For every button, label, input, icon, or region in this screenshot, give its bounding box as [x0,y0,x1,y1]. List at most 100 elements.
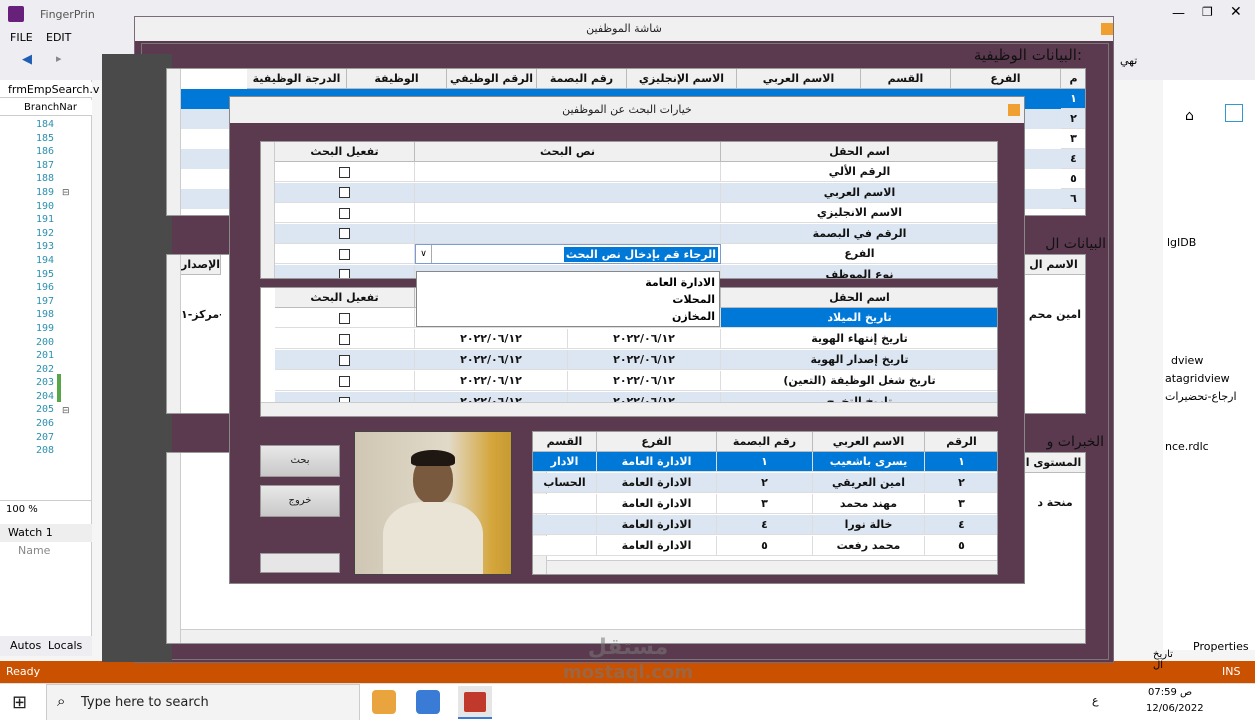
back-icon[interactable]: ◀ [22,52,32,67]
forward-icon[interactable]: ▸ [56,52,62,65]
zoom-level[interactable]: 100 % [0,500,92,518]
results-hscroll[interactable] [547,560,997,574]
dropdown-option[interactable]: المحلات [672,291,715,308]
collapse-icon[interactable]: ⊟ [62,406,70,416]
collapse-icon[interactable]: ⊟ [62,188,70,198]
results-cell[interactable]: امين العريقي [813,473,925,493]
results-cell[interactable]: الحساب [533,473,597,493]
criteria-search-text[interactable] [415,203,721,223]
clock-time[interactable]: 07:59 ص [1148,687,1192,698]
criteria-enable-checkbox[interactable] [339,228,350,239]
windows-start-icon[interactable]: ⊞ [12,692,27,713]
text-criteria-scrollbar[interactable] [261,142,275,278]
job-grid-scrollbar[interactable] [167,69,181,215]
results-cell[interactable] [533,515,597,535]
criteria-enable-cell[interactable] [275,264,415,278]
results-cell[interactable]: ٢ [925,473,997,493]
criteria-enable-checkbox[interactable] [339,207,350,219]
criteria-search-text[interactable] [415,182,721,203]
menu-edit[interactable]: EDIT [46,31,71,44]
results-cell[interactable] [533,536,597,556]
autos-tab[interactable]: Autos [10,636,41,656]
text-criteria-grid[interactable]: اسم الحقل نص البحث تفعيل البحث الرقم الألي ا… [260,141,998,279]
results-cell[interactable]: ١ [925,452,997,472]
date-enable-checkbox[interactable] [339,312,350,324]
search-button[interactable]: بحث [260,445,340,477]
criteria-search-text[interactable] [415,162,721,182]
app-icon[interactable] [416,690,440,714]
results-grid[interactable]: الرقم الاسم العربي رقم البصمة الفرع القسم ١ يس… [532,431,998,575]
combo-arrow-icon[interactable]: ∨ [416,245,432,263]
date-from[interactable]: ٢٠٢٢/٠٦/١٢ [568,329,721,349]
home-icon[interactable]: ⌂ [1185,108,1194,124]
results-cell[interactable]: الادارة العامة [597,536,717,556]
close-icon[interactable]: ✕ [1230,4,1242,20]
criteria-search-text[interactable] [415,223,721,244]
locals-tab[interactable]: Locals [48,636,82,656]
results-cell[interactable]: الادار [533,452,597,472]
date-enable-cell[interactable] [275,308,415,328]
date-grid-hscroll[interactable] [261,402,997,416]
right-item-3[interactable]: atagridview [1165,372,1230,385]
date-to[interactable]: ٢٠٢٢/٠٦/١٢ [415,371,568,391]
results-cell[interactable] [533,494,597,514]
results-cell[interactable]: الادارة العامة [597,473,717,493]
date-from[interactable]: ٢٠٢٢/٠٦/١٢ [568,350,721,370]
other-grid-scrollbar[interactable] [167,255,181,413]
active-app-icon[interactable] [458,686,492,719]
right-item-5[interactable]: nce.rdlc [1165,440,1209,453]
date-enable-cell[interactable] [275,329,415,349]
date-enable-cell[interactable] [275,371,415,391]
date-enable-checkbox[interactable] [339,354,350,366]
results-cell[interactable]: الادارة العامة [597,494,717,514]
results-cell[interactable]: الادارة العامة [597,452,717,472]
results-cell[interactable]: الادارة العامة [597,515,717,535]
right-item-2[interactable]: dview [1171,354,1203,367]
member-dropdown[interactable]: BranchNar [0,100,92,116]
criteria-enable-cell[interactable] [275,162,415,182]
results-cell[interactable]: خالة نورا [813,515,925,535]
exp-grid-scrollbar[interactable] [167,453,181,643]
criteria-enable-checkbox[interactable] [339,166,350,178]
right-item-4[interactable]: ارجاع-تحضيرات [1165,390,1237,403]
exit-button[interactable]: خروج [260,485,340,517]
date-to[interactable]: ٢٠٢٢/٠٦/١٢ [415,350,568,370]
results-cell[interactable]: ١ [717,452,813,472]
date-from[interactable]: ٢٠٢٢/٠٦/١٢ [568,371,721,391]
criteria-enable-cell[interactable] [275,223,415,244]
date-enable-checkbox[interactable] [339,375,350,387]
combo-selected-text[interactable]: الرجاء قم بإدخال نص البحث [563,247,718,262]
menu-file[interactable]: FILE [10,31,33,44]
paint-app-icon[interactable] [372,690,396,714]
branch-dropdown-list[interactable]: الادارة العامة المحلات المخازن [416,271,720,327]
results-cell[interactable]: ٢ [717,473,813,493]
editor-tab[interactable]: frmEmpSearch.v [0,82,99,98]
results-cell[interactable]: محمد رفعت [813,536,925,556]
minimize-icon[interactable]: — [1172,6,1185,21]
branch-combo[interactable]: ∨ الرجاء قم بإدخال نص البحث [415,244,721,264]
results-cell[interactable]: ٤ [717,515,813,535]
lang-indicator[interactable]: ع [1092,694,1099,707]
criteria-enable-checkbox[interactable] [339,187,350,198]
taskbar-search-box[interactable]: ⌕ Type here to search [46,684,360,720]
dropdown-option[interactable]: المخازن [672,308,715,325]
criteria-enable-cell[interactable] [275,182,415,203]
results-cell[interactable]: ٥ [717,536,813,556]
criteria-enable-cell[interactable] [275,203,415,223]
date-to[interactable]: ٢٠٢٢/٠٦/١٢ [415,329,568,349]
right-item-1[interactable]: lgIDB [1167,236,1196,249]
blank-field[interactable] [260,553,340,573]
clock-date[interactable]: 12/06/2022 [1146,703,1204,714]
restore-icon[interactable]: ❐ [1202,5,1213,19]
dropdown-option[interactable]: الادارة العامة [645,274,715,291]
results-cell[interactable]: ٥ [925,536,997,556]
results-cell[interactable]: مهند محمد [813,494,925,514]
results-cell[interactable]: ٣ [717,494,813,514]
properties-tab[interactable]: Properties [1193,640,1249,653]
solution-explorer-icon[interactable] [1225,104,1243,122]
criteria-enable-checkbox[interactable] [339,269,350,278]
results-cell[interactable]: يسرى باشعيب [813,452,925,472]
date-enable-cell[interactable] [275,350,415,370]
criteria-enable-checkbox[interactable] [339,248,350,260]
criteria-enable-cell[interactable] [275,244,415,264]
